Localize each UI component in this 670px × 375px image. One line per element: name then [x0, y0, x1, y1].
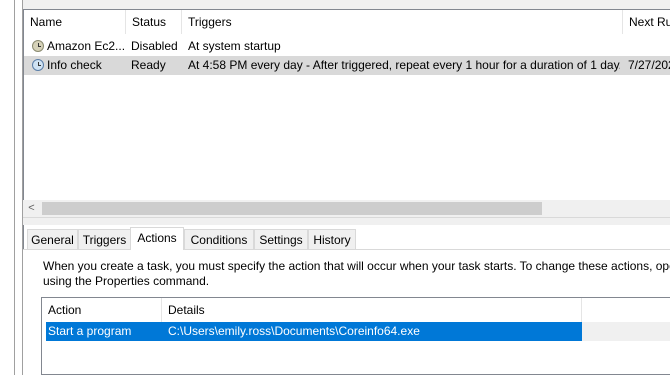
horizontal-scrollbar[interactable]: <: [23, 200, 670, 217]
action-details: C:\Users\emily.ross\Documents\Coreinfo64…: [168, 324, 420, 338]
tab-triggers[interactable]: Triggers: [78, 229, 131, 249]
tab-actions[interactable]: Actions: [130, 227, 184, 250]
left-pane-border: [14, 0, 15, 375]
scrollbar-thumb[interactable]: [42, 202, 542, 215]
action-row-trailing: [582, 322, 670, 341]
actions-description: When you create a task, you must specify…: [43, 259, 670, 273]
column-header-status[interactable]: Status: [126, 10, 182, 34]
task-status: Ready: [131, 58, 166, 72]
clock-icon: [32, 59, 44, 71]
tab-strip: General Triggers Actions Conditions Sett…: [23, 227, 670, 250]
task-triggers: At 4:58 PM every day - After triggered, …: [188, 58, 620, 72]
tab-general[interactable]: General: [27, 229, 78, 249]
actions-list[interactable]: Action Details Start a program C:\Users\…: [41, 297, 670, 375]
left-pane: [0, 0, 23, 375]
clock-icon: [32, 40, 44, 52]
task-row[interactable]: Amazon Ec2... Disabled At system startup: [24, 37, 670, 56]
tab-settings[interactable]: Settings: [254, 229, 308, 249]
column-header-action[interactable]: Action: [42, 298, 162, 322]
task-status: Disabled: [131, 39, 178, 53]
task-list[interactable]: Name Status Triggers Next Ru Amazon Ec2.…: [23, 9, 670, 217]
action-row-selected[interactable]: Start a program C:\Users\emily.ross\Docu…: [46, 322, 582, 341]
column-header-next-run[interactable]: Next Ru: [623, 10, 670, 34]
task-row-selected[interactable]: Info check Ready At 4:58 PM every day - …: [24, 56, 670, 75]
scroll-left-arrow-icon[interactable]: <: [23, 200, 40, 217]
column-header-name[interactable]: Name: [24, 10, 126, 34]
action-type: Start a program: [48, 324, 132, 338]
pane-splitter[interactable]: [23, 217, 670, 225]
task-name: Amazon Ec2...: [47, 39, 125, 53]
actions-description-cont: using the Properties command.: [43, 274, 210, 288]
column-header-triggers[interactable]: Triggers: [182, 10, 623, 34]
tab-history[interactable]: History: [308, 229, 356, 249]
tab-conditions[interactable]: Conditions: [184, 229, 254, 249]
task-name: Info check: [47, 58, 102, 72]
task-next-run: 7/27/202: [628, 58, 670, 72]
task-triggers: At system startup: [188, 39, 281, 53]
column-header-details[interactable]: Details: [162, 298, 582, 322]
